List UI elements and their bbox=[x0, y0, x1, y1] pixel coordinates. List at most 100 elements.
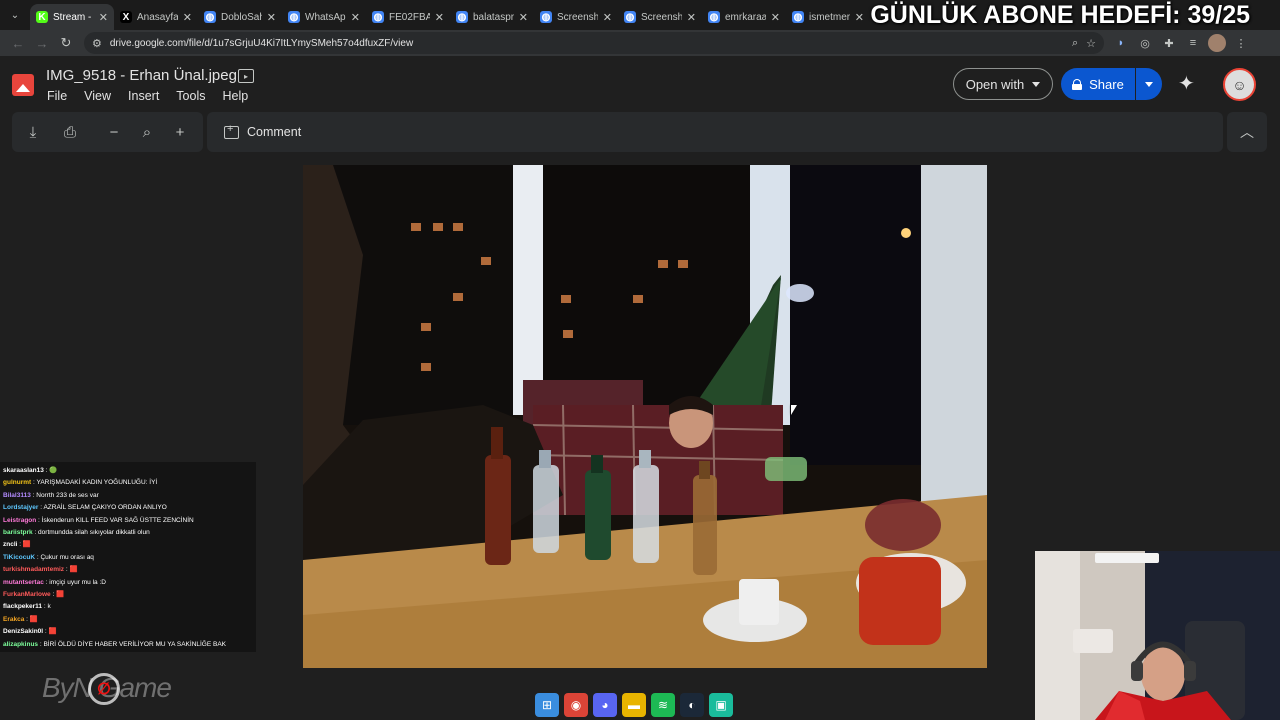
browser-tab[interactable]: ◍ emrkaraa ✕ bbox=[702, 4, 786, 30]
chat-username[interactable]: Lordstajyer bbox=[3, 504, 38, 511]
browser-tab[interactable]: ◍ Screensho ✕ bbox=[534, 4, 618, 30]
move-to-folder-icon[interactable]: ▸ bbox=[238, 69, 254, 83]
site-info-icon[interactable]: ⚙ bbox=[92, 37, 102, 50]
chat-username[interactable]: FurkanMarlowe bbox=[3, 591, 51, 598]
menu-view[interactable]: View bbox=[84, 89, 111, 103]
tab-close-icon[interactable]: ✕ bbox=[183, 11, 192, 24]
chat-username[interactable]: Leistragon bbox=[3, 517, 36, 524]
account-avatar[interactable]: ☺ bbox=[1223, 68, 1256, 101]
menu-insert[interactable]: Insert bbox=[128, 89, 159, 103]
chat-text: : 🟥 bbox=[26, 615, 38, 623]
steam-icon[interactable]: ◐ bbox=[680, 693, 704, 717]
chat-message: Bilal3113 : Norrth 233 de ses var bbox=[3, 490, 253, 502]
zoom-icon[interactable]: ⌕ bbox=[1072, 37, 1078, 50]
windows-taskbar: ⊞ ◉ ◕ ▬ ≋ ◐ ▣ bbox=[535, 690, 733, 720]
bookmark-star-icon[interactable]: ☆ bbox=[1086, 37, 1096, 50]
browser-tab[interactable]: K Stream - K ✕ bbox=[30, 4, 114, 30]
file-explorer-icon[interactable]: ▬ bbox=[622, 693, 646, 717]
share-dropdown[interactable] bbox=[1136, 68, 1162, 100]
reading-list-icon[interactable]: ≡ bbox=[1184, 34, 1202, 52]
profile-avatar[interactable] bbox=[1208, 34, 1226, 52]
chat-username[interactable]: flackpeker11 bbox=[3, 603, 42, 610]
spotify-icon[interactable]: ≋ bbox=[651, 693, 675, 717]
chat-message: skaraaslan13 : 🟢 bbox=[3, 465, 253, 477]
windows-start-icon[interactable]: ⊞ bbox=[535, 693, 559, 717]
image-file-icon bbox=[12, 74, 34, 96]
menu-help[interactable]: Help bbox=[222, 89, 248, 103]
chrome-icon[interactable]: ◉ bbox=[564, 693, 588, 717]
kebab-menu-icon[interactable]: ⋮ bbox=[1232, 34, 1250, 52]
chat-username[interactable]: zncli bbox=[3, 541, 17, 548]
print-icon[interactable]: ⎙ bbox=[58, 120, 82, 144]
chat-username[interactable]: turkishmadamtemiz bbox=[3, 566, 64, 573]
tab-close-icon[interactable]: ✕ bbox=[435, 11, 444, 24]
extensions-row: ◗ ◎ ✚ ≡ ⋮ bbox=[1112, 34, 1250, 52]
forward-arrow-icon[interactable]: → bbox=[30, 31, 54, 55]
chat-username[interactable]: gulnurmt bbox=[3, 479, 31, 486]
address-url[interactable]: drive.google.com/file/d/1u7sGrjuU4Ki7ItL… bbox=[110, 38, 1064, 49]
chat-username[interactable]: Bilal3113 bbox=[3, 492, 31, 499]
gemini-sparkle-icon[interactable]: ✦ bbox=[1178, 74, 1195, 94]
tab-close-icon[interactable]: ✕ bbox=[351, 11, 360, 24]
extension-icon[interactable]: ◎ bbox=[1136, 34, 1154, 52]
chat-text: : AZRAİL SELAM ÇAKIYO ORDAN ANLIYO bbox=[40, 504, 167, 512]
chat-message: turkishmadamtemiz : 🟥 bbox=[3, 564, 253, 576]
tab-close-icon[interactable]: ✕ bbox=[519, 11, 528, 24]
tab-search-icon[interactable]: ⌄ bbox=[0, 0, 30, 30]
tab-close-icon[interactable]: ✕ bbox=[603, 11, 612, 24]
caret-down-icon bbox=[1145, 81, 1153, 87]
chat-message: TiKicocuK : Çukur mu orası aq bbox=[3, 552, 253, 564]
browser-tab[interactable]: ◍ DobloSahi ✕ bbox=[198, 4, 282, 30]
tab-label: Screensho bbox=[641, 11, 682, 23]
browser-tab[interactable]: ◍ WhatsApp ✕ bbox=[282, 4, 366, 30]
tab-close-icon[interactable]: ✕ bbox=[771, 11, 780, 24]
chat-text: : İskenderun KILL FEED VAR SAĞ ÜSTTE ZEN… bbox=[38, 516, 194, 524]
chat-username[interactable]: Erakca bbox=[3, 616, 24, 623]
menu-file[interactable]: File bbox=[47, 89, 67, 103]
chat-message: bariistprk : dortmundda silah sıkıyolar … bbox=[3, 527, 253, 539]
menu-tools[interactable]: Tools bbox=[176, 89, 205, 103]
chat-text: : Çukur mu orası aq bbox=[36, 553, 94, 561]
media-icon[interactable]: ◗ bbox=[1112, 34, 1130, 52]
caret-down-icon bbox=[1032, 81, 1041, 87]
tab-favicon: ◍ bbox=[288, 11, 300, 23]
app-icon[interactable]: ▣ bbox=[709, 693, 733, 717]
mouse-cursor-icon bbox=[791, 405, 797, 415]
tab-label: emrkaraa bbox=[725, 11, 766, 23]
zoom-in-icon[interactable]: + bbox=[168, 120, 192, 144]
tab-close-icon[interactable]: ✕ bbox=[267, 11, 276, 24]
address-bar[interactable]: ⚙ drive.google.com/file/d/1u7sGrjuU4Ki7I… bbox=[84, 32, 1104, 54]
discord-icon[interactable]: ◕ bbox=[593, 693, 617, 717]
tab-close-icon[interactable]: ✕ bbox=[99, 11, 108, 24]
chat-username[interactable]: alizapkinus bbox=[3, 641, 38, 648]
zoom-out-icon[interactable]: − bbox=[102, 120, 126, 144]
tab-favicon: K bbox=[36, 11, 48, 23]
chat-username[interactable]: DenizSakin0l bbox=[3, 628, 43, 635]
browser-tab[interactable]: ◍ balataspre ✕ bbox=[450, 4, 534, 30]
browser-tab[interactable]: ◍ ismetmeri ✕ bbox=[786, 4, 870, 30]
browser-tab[interactable]: ◍ Screensho ✕ bbox=[618, 4, 702, 30]
download-icon[interactable]: ⤓ bbox=[21, 120, 45, 144]
puzzle-icon[interactable]: ✚ bbox=[1160, 34, 1178, 52]
chat-username[interactable]: mutantsertac bbox=[3, 579, 44, 586]
share-main[interactable]: Share bbox=[1061, 68, 1136, 100]
tab-favicon: ◍ bbox=[708, 11, 720, 23]
browser-tab[interactable]: ◍ FE02FBA4 ✕ bbox=[366, 4, 450, 30]
open-with-button[interactable]: Open with bbox=[953, 68, 1053, 100]
share-button[interactable]: Share bbox=[1061, 68, 1162, 100]
comment-button[interactable]: Comment bbox=[207, 112, 1223, 152]
chat-username[interactable]: skaraaslan13 bbox=[3, 467, 44, 474]
share-label: Share bbox=[1089, 76, 1124, 92]
chat-username[interactable]: bariistprk bbox=[3, 529, 33, 536]
tab-close-icon[interactable]: ✕ bbox=[687, 11, 696, 24]
zoom-magnifier-icon[interactable]: ⌕ bbox=[135, 120, 159, 144]
tab-label: Stream - K bbox=[53, 11, 94, 23]
chat-message: Erakca : 🟥 bbox=[3, 614, 253, 626]
chevron-up-icon[interactable]: ︿ bbox=[1227, 112, 1267, 152]
file-title[interactable]: IMG_9518 - Erhan Ünal.jpeg bbox=[46, 67, 237, 84]
tab-close-icon[interactable]: ✕ bbox=[855, 11, 864, 24]
reload-icon[interactable]: ↻ bbox=[54, 31, 78, 55]
back-arrow-icon[interactable]: ← bbox=[6, 31, 30, 55]
chat-username[interactable]: TiKicocuK bbox=[3, 554, 35, 561]
browser-tab[interactable]: X Anasayfa / ✕ bbox=[114, 4, 198, 30]
